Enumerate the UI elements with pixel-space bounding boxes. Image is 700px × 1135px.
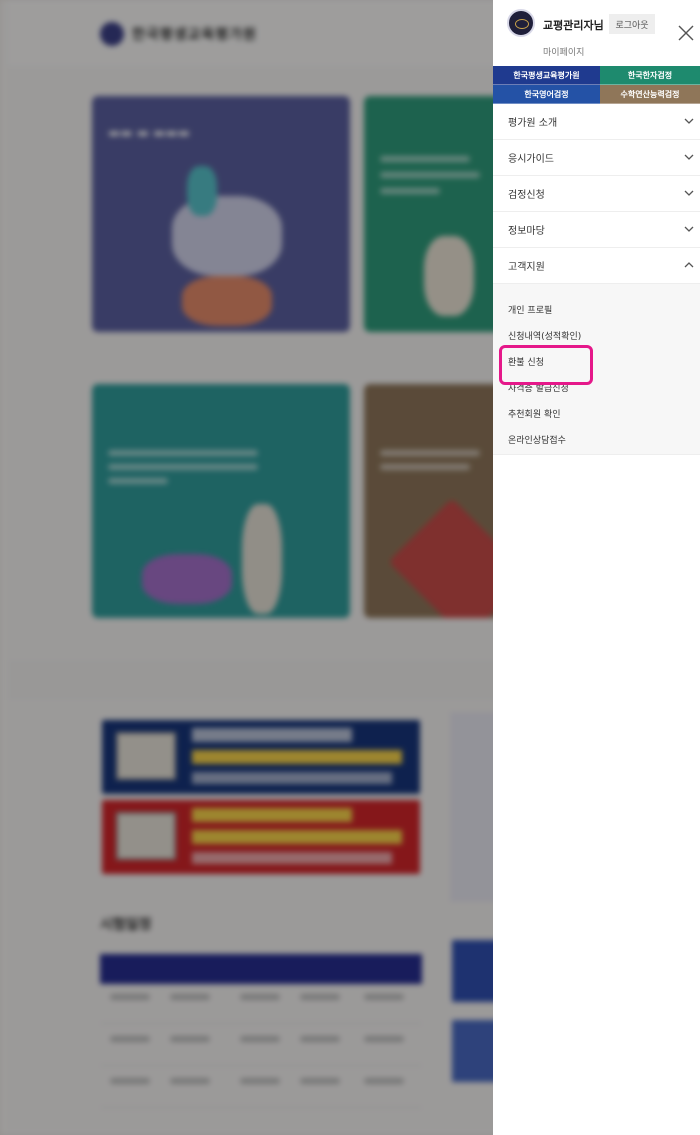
chevron-up-icon [684, 262, 694, 268]
chevron-down-icon [684, 154, 694, 160]
menu-item-label: 고객지원 [508, 262, 545, 273]
menu-item-label: 평가원 소개 [508, 118, 558, 129]
side-menu-panel: 교평관리자님 로그아웃 마이페이지 한국평생교육평가원 한국한자검정 한국영어검… [493, 0, 700, 1135]
submenu-item-referral[interactable]: 추천회원 확인 [493, 400, 700, 426]
submenu-item-refund[interactable]: 환불 신청 [493, 348, 700, 374]
close-icon[interactable] [677, 24, 695, 42]
menu-item-info[interactable]: 정보마당 [493, 212, 700, 248]
site-tabs: 한국평생교육평가원 한국한자검정 한국영어검정 수학연산능력검정 [493, 66, 700, 104]
avatar [507, 9, 535, 37]
menu-item-label: 정보마당 [508, 226, 545, 237]
logout-button[interactable]: 로그아웃 [609, 14, 655, 34]
chevron-down-icon [684, 118, 694, 124]
submenu-item-profile[interactable]: 개인 프로필 [493, 296, 700, 322]
site-tab-hanja-test[interactable]: 한국한자검정 [600, 66, 700, 85]
chevron-down-icon [684, 226, 694, 232]
customer-support-submenu: 개인 프로필 신청내역(성적확인) 환불 신청 자격증 발급신청 추천회원 확인… [493, 284, 700, 455]
site-tab-math-test[interactable]: 수학연산능력검정 [600, 85, 700, 104]
submenu-item-online-consult[interactable]: 온라인상담접수 [493, 426, 700, 452]
menu-item-about[interactable]: 평가원 소개 [493, 104, 700, 140]
menu-item-customer-support[interactable]: 고객지원 [493, 248, 700, 284]
site-tab-english-test[interactable]: 한국영어검정 [493, 85, 600, 104]
menu-item-exam-application[interactable]: 검정신청 [493, 176, 700, 212]
chevron-down-icon [684, 190, 694, 196]
menu-item-label: 검정신청 [508, 190, 545, 201]
menu-item-exam-guide[interactable]: 응시가이드 [493, 140, 700, 176]
site-tab-lifelong-education[interactable]: 한국평생교육평가원 [493, 66, 600, 85]
submenu-item-application-history[interactable]: 신청내역(성적확인) [493, 322, 700, 348]
submenu-item-certificate[interactable]: 자격증 발급신청 [493, 374, 700, 400]
mypage-link[interactable]: 마이페이지 [543, 45, 584, 58]
menu-item-label: 응시가이드 [508, 154, 554, 165]
user-info: 교평관리자님 로그아웃 마이페이지 [493, 0, 700, 66]
user-name: 교평관리자님 [543, 19, 604, 32]
